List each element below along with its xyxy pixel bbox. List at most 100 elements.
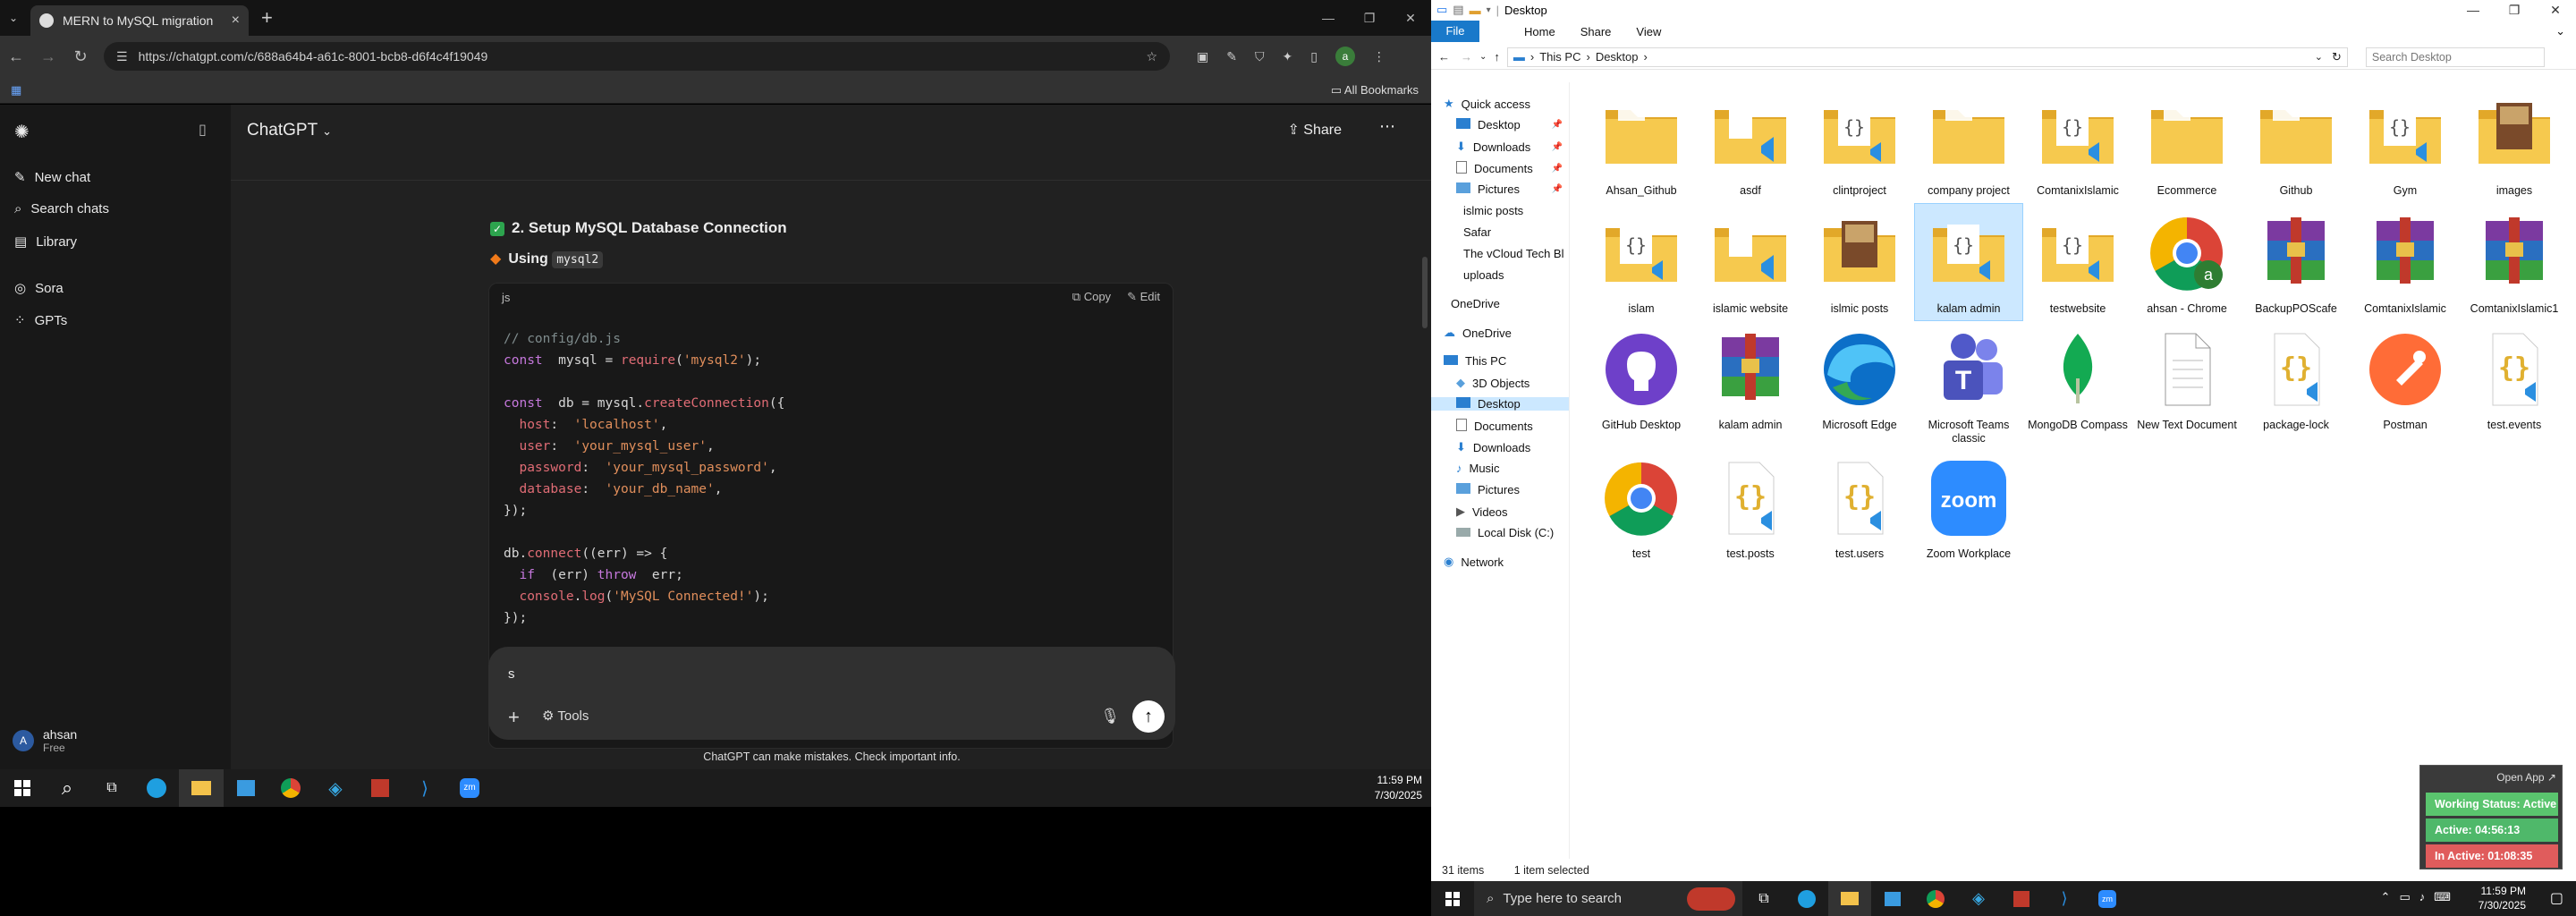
openai-logo-icon[interactable]: ✺ [14, 121, 30, 143]
desktop-item[interactable]: GitHub Desktop [1588, 320, 1695, 437]
desktop-item[interactable]: test [1588, 449, 1695, 565]
desktop-item[interactable]: {} kalam admin [1914, 203, 2023, 321]
model-selector[interactable]: ChatGPT ⌄ [247, 121, 332, 140]
all-bookmarks-button[interactable]: ▭ All Bookmarks [1331, 83, 1419, 98]
back-icon[interactable]: ← [0, 47, 32, 66]
language-icon[interactable]: ⌨ [2434, 890, 2451, 904]
nav-item[interactable]: ⬇ Downloads 📌 [1456, 140, 1570, 154]
pen-extension-icon[interactable]: ✎ [1226, 49, 1237, 64]
nav-item[interactable]: ☁ OneDrive [1444, 326, 1512, 340]
minimize-icon[interactable]: — [1308, 0, 1349, 36]
taskbar-chrome[interactable] [268, 769, 313, 807]
nav-item[interactable]: ♪ Music [1456, 462, 1499, 475]
breadcrumb-this-pc[interactable]: This PC [1539, 50, 1580, 64]
nav-item[interactable]: Documents 📌 [1456, 161, 1570, 176]
nav-item[interactable]: Desktop 📌 [1456, 118, 1570, 131]
nav-item[interactable]: uploads [1456, 268, 1504, 282]
path-dropdown-icon[interactable]: ⌄ [2315, 51, 2323, 63]
library-button[interactable]: ▤ Library [14, 233, 77, 250]
tray-chevron-icon[interactable]: ⌃ [2381, 890, 2391, 904]
sidepanel-icon[interactable]: ▯ [1310, 49, 1318, 64]
nav-item[interactable]: Local Disk (C:) [1456, 526, 1554, 539]
taskbar-clock[interactable]: 11:59 PM 7/30/2025 [1375, 773, 1422, 803]
desktop-item[interactable]: {} test.users [1806, 449, 1913, 565]
open-app-button[interactable]: Open App ↗ [2496, 771, 2556, 784]
desktop-item[interactable]: asdf [1697, 86, 1804, 202]
nav-item[interactable]: ◉ Network [1444, 555, 1504, 569]
tab-close-icon[interactable]: × [232, 13, 240, 29]
sora-button[interactable]: ◎ Sora [14, 280, 64, 297]
copy-button[interactable]: ⧉ Copy [1072, 290, 1111, 304]
taskbar-explorer[interactable] [1828, 881, 1871, 916]
taskbar-store[interactable] [1871, 881, 1914, 916]
properties-icon[interactable]: ▤ [1453, 3, 1463, 17]
restore-icon[interactable]: ❐ [2494, 0, 2535, 20]
nav-item[interactable]: ⬇ Downloads [1456, 440, 1530, 454]
minimize-icon[interactable]: — [2453, 0, 2494, 20]
desktop-item[interactable]: Ahsan_Github [1588, 86, 1695, 202]
new-chat-button[interactable]: ✎ New chat [14, 169, 90, 186]
desktop-item[interactable]: ComtanixIslamic1 [2461, 204, 2568, 320]
add-attachment-icon[interactable]: + [508, 706, 520, 729]
close-icon[interactable]: ✕ [1390, 0, 1431, 36]
tools-button[interactable]: ⚙ Tools [542, 708, 589, 724]
desktop-item[interactable]: zoom Zoom Workplace [1915, 449, 2022, 565]
start-button[interactable] [0, 769, 45, 807]
puzzle-icon[interactable]: ✦ [1282, 49, 1292, 64]
taskbar-clock[interactable]: 11:59 PM 7/30/2025 [2479, 884, 2526, 912]
ribbon-tab-share[interactable]: Share [1580, 25, 1612, 38]
task-view-button[interactable]: ⧉ [89, 769, 134, 807]
desktop-item[interactable]: company project [1915, 86, 2022, 202]
ribbon-tab-home[interactable]: Home [1524, 25, 1555, 38]
desktop-item[interactable]: BackupPOScafe [2242, 204, 2350, 320]
send-button[interactable]: ↑ [1132, 700, 1165, 733]
nav-item[interactable]: Pictures [1456, 483, 1520, 496]
message-composer[interactable]: s + ⚙ Tools 🎙 ↑ [488, 647, 1175, 740]
taskbar-vscode[interactable]: ⟩ [2043, 881, 2086, 916]
search-desktop-input[interactable]: Search Desktop [2365, 47, 2545, 67]
new-folder-icon[interactable]: ▬ [1470, 4, 1481, 17]
desktop-item[interactable]: a ahsan - Chrome [2133, 204, 2241, 320]
extension-icon[interactable]: ▣ [1197, 49, 1208, 64]
taskbar-search[interactable]: ⌕ Type here to search [1474, 881, 1742, 916]
desktop-item[interactable]: {} test.posts [1697, 449, 1804, 565]
quick-access-toolbar-icon[interactable]: ▭ [1436, 3, 1447, 17]
desktop-item[interactable]: Microsoft Edge [1806, 320, 1913, 437]
address-path[interactable]: ▬ › This PC › Desktop › ⌄ ↻ [1506, 47, 2348, 67]
taskbar-zoom[interactable]: zm [447, 769, 492, 807]
taskbar-edge[interactable] [134, 769, 179, 807]
nav-item[interactable]: Documents [1456, 419, 1533, 434]
taskbar-edge[interactable] [1785, 881, 1828, 916]
nav-item[interactable]: ◆ 3D Objects [1456, 376, 1530, 390]
forward-icon[interactable]: → [32, 47, 64, 66]
desktop-item[interactable]: {} package-lock [2242, 320, 2350, 437]
desktop-item[interactable]: islamic website [1697, 204, 1804, 320]
prompt-input[interactable]: s [508, 666, 515, 682]
taskbar-winrar[interactable] [2000, 881, 2043, 916]
user-account[interactable]: A ahsan Free [13, 727, 77, 754]
bookmark-star-icon[interactable]: ☆ [1146, 49, 1157, 64]
task-view-button[interactable]: ⧉ [1742, 881, 1785, 916]
desktop-item[interactable]: {} ComtanixIslamic [2024, 86, 2131, 202]
volume-icon[interactable]: ♪ [2419, 890, 2426, 904]
nav-item[interactable]: islmic posts [1456, 204, 1523, 217]
recent-icon[interactable]: ⌄ [1479, 52, 1487, 62]
desktop-item[interactable]: kalam admin [1697, 320, 1804, 437]
desktop-item[interactable]: Postman [2351, 320, 2459, 437]
close-icon[interactable]: ✕ [2535, 0, 2576, 20]
up-icon[interactable]: ↑ [1494, 50, 1500, 64]
desktop-item[interactable]: {} islam [1588, 204, 1695, 320]
refresh-icon[interactable]: ↻ [2332, 50, 2342, 64]
desktop-item[interactable]: islmic posts [1806, 204, 1913, 320]
taskbar-vscode[interactable]: ⟩ [402, 769, 447, 807]
ribbon-tab-view[interactable]: View [1636, 25, 1661, 38]
desktop-item[interactable]: Github [2242, 86, 2350, 202]
site-info-icon[interactable]: ☰ [116, 49, 128, 64]
desktop-item[interactable]: images [2461, 86, 2568, 202]
reload-icon[interactable]: ↻ [64, 47, 97, 66]
address-bar[interactable]: ☰ https://chatgpt.com/c/688a64b4-a61c-80… [104, 42, 1170, 71]
edit-button[interactable]: ✎ Edit [1127, 290, 1160, 304]
more-options-icon[interactable]: ⋯ [1379, 117, 1395, 136]
breadcrumb-desktop[interactable]: Desktop [1596, 50, 1639, 64]
nav-item[interactable]: ▶ Videos [1456, 505, 1508, 519]
